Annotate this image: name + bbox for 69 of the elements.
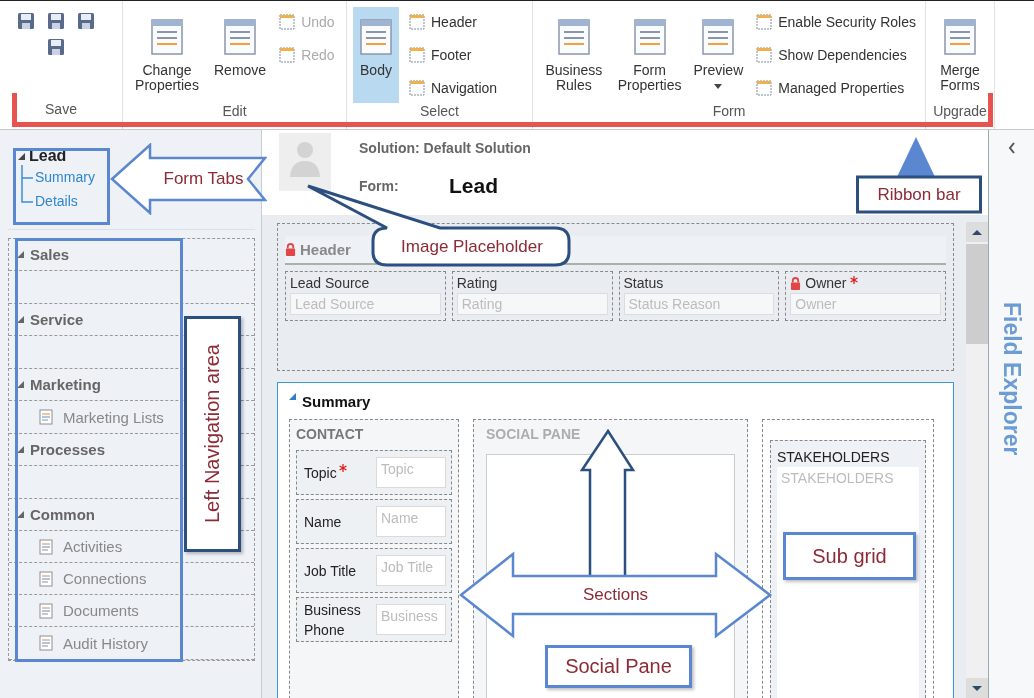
input-field[interactable]: Name <box>376 506 446 537</box>
section-title: SOCIAL PANE <box>486 426 582 444</box>
group-label: Select <box>419 103 460 121</box>
field-label: Job Title <box>304 561 357 581</box>
input-field[interactable]: Business <box>376 604 446 635</box>
group-label: Save <box>44 101 78 119</box>
triangle-icon[interactable] <box>17 316 24 323</box>
chevron-left-icon[interactable] <box>1007 142 1016 154</box>
arrow-callout: Form Tabs <box>110 143 267 215</box>
ribbon-button[interactable]: Managed Properties <box>752 73 919 103</box>
ribbon-button[interactable]: Preview <box>690 7 747 103</box>
field-label: Rating <box>456 275 498 291</box>
triangle-icon[interactable] <box>18 152 25 160</box>
input-field[interactable]: Rating <box>456 293 608 315</box>
form-name: Lead <box>449 174 498 198</box>
group-label: Form <box>711 103 747 121</box>
label-callout: Left Navigation area <box>184 316 241 552</box>
input-field[interactable]: Status Reason <box>623 293 775 315</box>
field-label: Topic <box>304 463 337 483</box>
section-title: Header <box>300 241 351 258</box>
scroll-down-icon[interactable] <box>966 678 988 698</box>
ribbon-button[interactable]: Footer <box>405 40 501 70</box>
group-label: Edit <box>221 103 248 121</box>
ribbon-button[interactable]: Remove <box>211 7 270 103</box>
input-field[interactable]: Topic <box>376 457 446 488</box>
ribbon-button[interactable]: Body <box>353 7 399 103</box>
image-placeholder <box>279 133 331 191</box>
form-tab-link[interactable]: Details <box>35 193 78 209</box>
triangle-icon[interactable] <box>17 381 24 388</box>
form-tab-link[interactable]: Summary <box>35 169 95 185</box>
nav-group-title: Processes <box>30 441 106 458</box>
ribbon-button[interactable]: Enable Security Roles <box>752 7 919 37</box>
ribbon-button[interactable]: Form Properties <box>614 7 685 103</box>
ribbon-button[interactable]: Business Rules <box>539 7 609 103</box>
triangle-icon[interactable] <box>17 511 24 518</box>
input-field[interactable]: Lead Source <box>290 293 441 315</box>
triangle-icon[interactable] <box>289 393 296 400</box>
nav-group-title: Common <box>30 506 95 523</box>
label-callout: Social Pane <box>545 645 692 688</box>
field-label: Business Phone <box>304 600 362 640</box>
ribbon-button[interactable]: Navigation <box>405 73 501 103</box>
form-label: Form: <box>359 178 400 194</box>
input-field[interactable]: Owner <box>790 293 941 315</box>
tab-title: Summary <box>302 392 371 410</box>
tab-list-title: Lead <box>29 147 67 165</box>
field-label: Name <box>304 512 342 532</box>
pointer-callout: Ribbon bar <box>856 137 982 214</box>
group-label: Upgrade <box>932 103 988 121</box>
ribbon-button[interactable]: Change Properties <box>129 7 205 103</box>
subgrid-title: STAKEHOLDERS <box>777 449 891 465</box>
field-label: Status <box>623 275 664 291</box>
label-callout: Sub grid <box>783 532 916 580</box>
nav-group-title: Marketing <box>30 376 101 393</box>
solution-name: Solution: Default Solution <box>359 140 531 156</box>
ribbon-button[interactable]: Header <box>405 7 501 37</box>
caret-icon <box>714 84 723 89</box>
triangle-icon[interactable] <box>17 251 24 258</box>
field-label: Lead Source <box>290 275 370 291</box>
triangle-icon[interactable] <box>17 446 24 453</box>
section-title: CONTACT <box>296 426 365 444</box>
nav-group-title: Service <box>30 311 84 328</box>
scroll-up-icon[interactable] <box>966 222 988 242</box>
field-label: Owner <box>805 275 847 291</box>
ribbon-button[interactable]: Show Dependencies <box>752 40 919 70</box>
nav-group-title: Sales <box>30 246 70 263</box>
scrollbar[interactable] <box>966 222 988 698</box>
input-field[interactable]: Job Title <box>376 555 446 586</box>
ribbon-button[interactable]: Merge Forms <box>932 7 988 103</box>
scrollbar-thumb[interactable] <box>966 244 988 344</box>
